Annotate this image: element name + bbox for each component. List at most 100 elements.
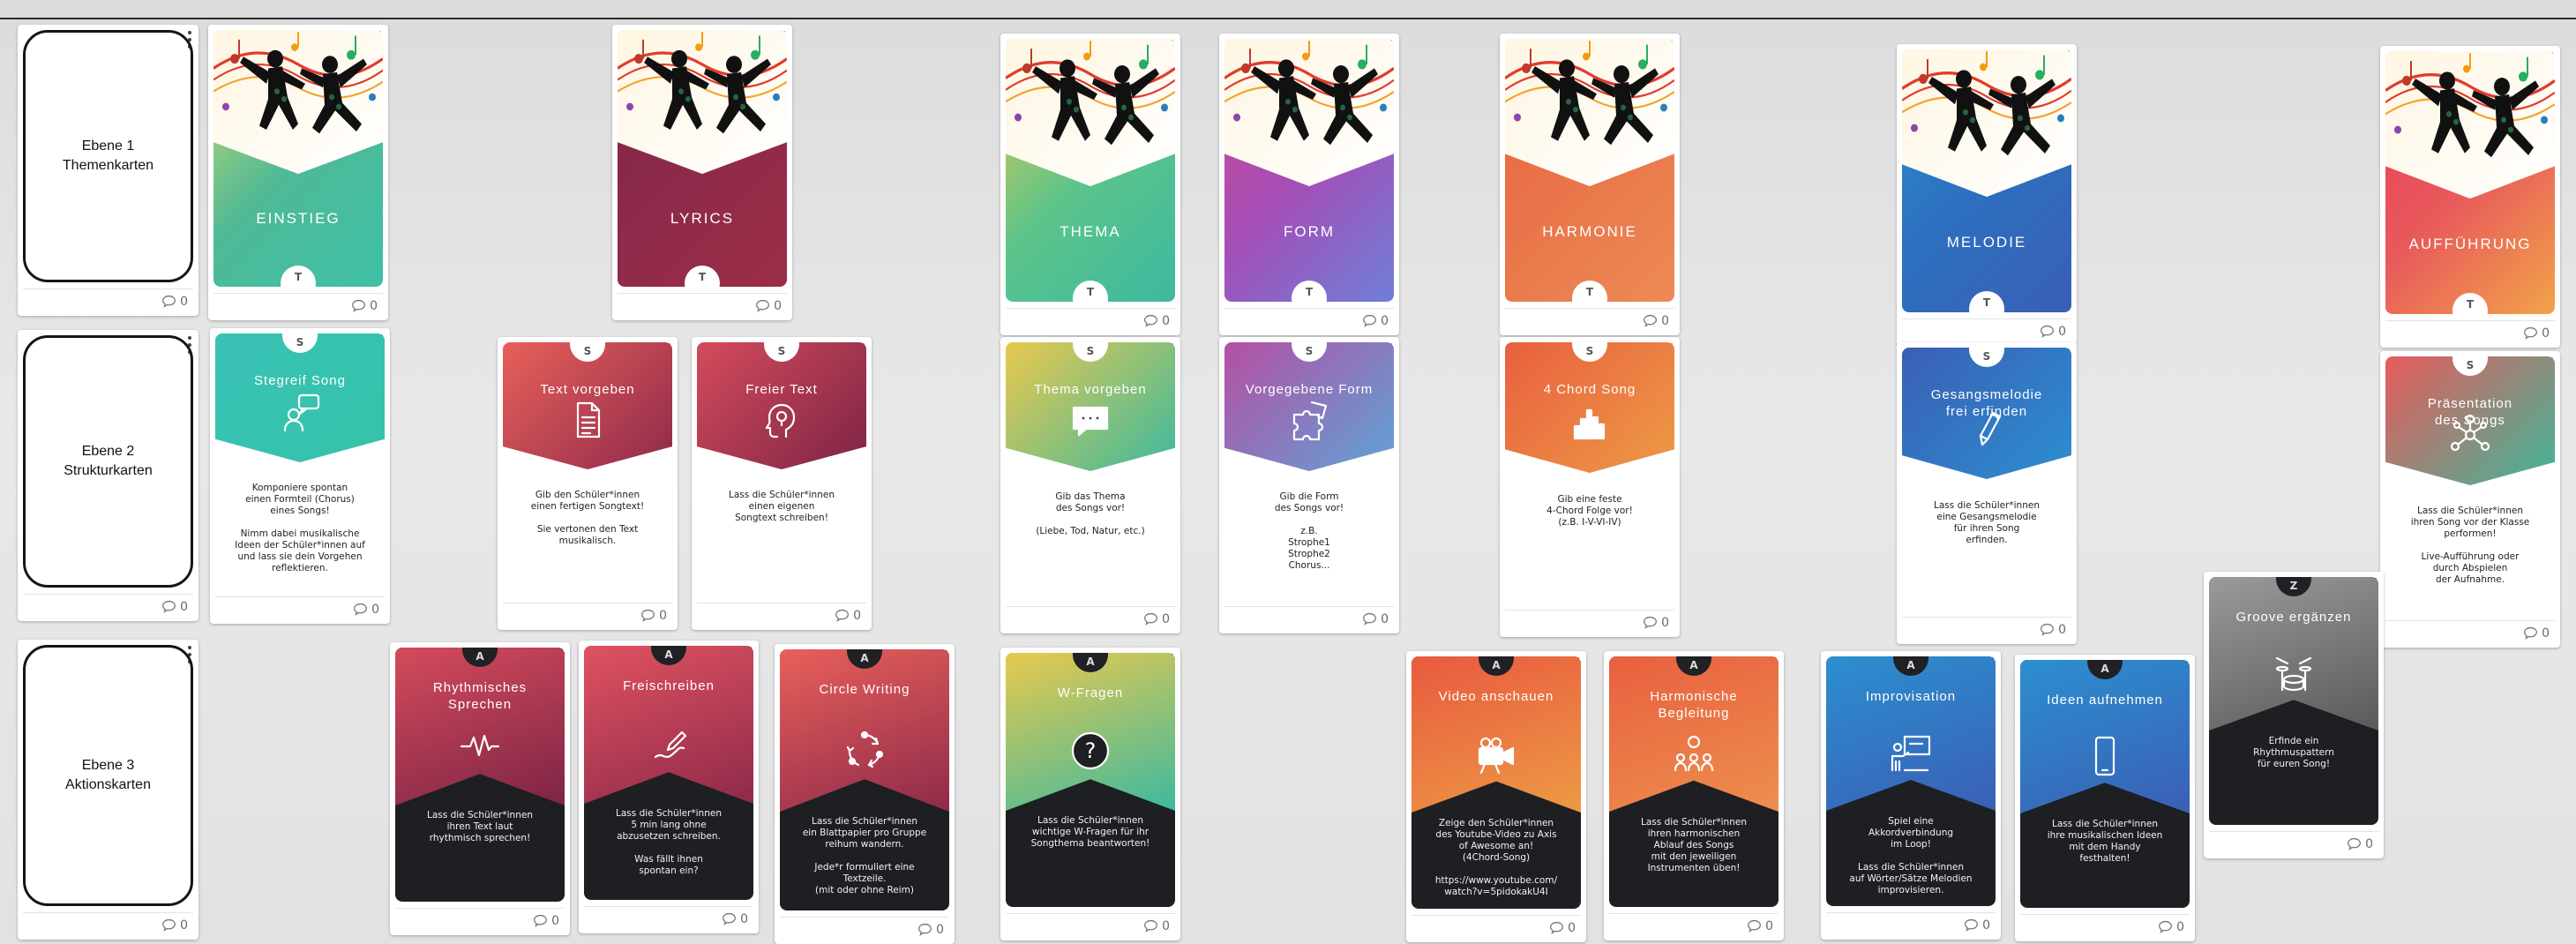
structure-card-post[interactable]: S Stegreif Song Komponiere spontan einen F… [210, 328, 390, 624]
action-card-post[interactable]: A Ideen aufnehmen Lass die Schüler*innen i… [2015, 655, 2195, 941]
structure-card: S Stegreif Song Komponiere spontan einen F… [215, 333, 385, 590]
comment-icon [354, 603, 368, 616]
structure-card-post[interactable]: S Thema vorgeben Gib das Thema des Songs v… [1000, 337, 1180, 633]
action-card: Z Groove ergänzen Erfinde ein Rhythmuspatt… [2209, 577, 2378, 825]
comment-button[interactable]: 0 [351, 298, 378, 313]
comment-button[interactable]: 0 [161, 294, 188, 309]
comment-button[interactable]: 0 [353, 602, 379, 617]
comment-count: 0 [2058, 622, 2066, 637]
comment-button[interactable]: 0 [2040, 622, 2066, 637]
comment-button[interactable]: 0 [533, 913, 559, 928]
comment-button[interactable]: 0 [1362, 313, 1389, 328]
comment-button[interactable]: 0 [1643, 313, 1669, 328]
level-post[interactable]: Ebene 2 Strukturkarten 0 [18, 330, 198, 621]
speech-bubble-person-icon [283, 393, 320, 432]
theme-card-post[interactable]: FORM T 0 [1219, 34, 1399, 335]
structure-card-post[interactable]: S4 Chord Song Gib eine feste 4-Chord Folg… [1500, 337, 1680, 637]
action-card: A Circle Writing Lass die Schüler*innen ei… [780, 649, 949, 910]
structure-card: S Text vorgeben Gib den Schüler*innen eine… [503, 342, 672, 596]
comment-icon [1644, 314, 1658, 327]
post-footer: 0 [503, 603, 672, 630]
comment-button[interactable]: 0 [1143, 918, 1170, 933]
theme-card-post[interactable]: AUFFÜHRUNG T 0 [2380, 46, 2560, 348]
structure-card-description: Lass die Schüler*innen ihren Song vor de… [2410, 506, 2530, 585]
structure-card-post[interactable]: S Vorgegebene Form Gib die Form des Songs … [1219, 337, 1399, 633]
comment-icon [2159, 920, 2173, 933]
structure-card-post[interactable]: S Präsentation des Songs Lass die Schüler*… [2380, 351, 2560, 648]
document-icon [576, 401, 601, 438]
comment-button[interactable]: 0 [2523, 626, 2550, 641]
structure-card-post[interactable]: S Gesangsmelodie frei erfinden Lass die Sc… [1897, 342, 2077, 644]
post-footer: 0 [213, 293, 383, 320]
action-card-post[interactable]: A Video anschauen Zeige den Schüler*innen … [1406, 651, 1586, 942]
action-card: A Harmonische Begleitung Lass die Schüler*… [1609, 656, 1778, 907]
action-card-post[interactable]: Z Groove ergänzen Erfinde ein Rhythmuspatt… [2204, 572, 2384, 858]
theme-card: EINSTIEG T [213, 30, 383, 287]
theme-card-post[interactable]: HARMONIE T 0 [1500, 34, 1680, 335]
post-footer: 0 [2209, 831, 2378, 858]
level-post[interactable]: Ebene 3 Aktionskarten 0 [18, 640, 198, 940]
action-card-post[interactable]: A Circle Writing Lass die Schüler*innen ei… [775, 644, 955, 944]
comment-button[interactable]: 0 [1643, 615, 1669, 630]
structure-card-post[interactable]: S Text vorgeben Gib den Schüler*innen eine… [498, 337, 678, 630]
comment-button[interactable]: 0 [2158, 919, 2184, 934]
post-footer: 0 [780, 917, 949, 944]
theme-card-post[interactable]: LYRICS T 0 [612, 25, 792, 320]
action-card: A Improvisation Spiel eine Akkordverbindun… [1826, 656, 1996, 906]
post-footer: 0 [1505, 610, 1674, 637]
structure-card-description: Gib das Thema des Songs vor! (Liebe, Tod… [1036, 491, 1145, 536]
comment-button[interactable]: 0 [835, 608, 861, 623]
theme-card-post[interactable]: THEMA T 0 [1000, 34, 1180, 335]
structure-card-icon [760, 398, 804, 442]
theme-card-image [1505, 39, 1674, 186]
theme-card: AUFFÜHRUNG T [2385, 51, 2555, 314]
comment-button[interactable]: 0 [755, 298, 782, 313]
comment-button[interactable]: 0 [2040, 324, 2066, 339]
structure-card-icon [278, 390, 322, 434]
comment-icon [1144, 314, 1158, 327]
comment-button[interactable]: 0 [161, 599, 188, 614]
action-card-post[interactable]: A Improvisation Spiel eine Akkordverbindun… [1821, 651, 2001, 940]
theme-card-post[interactable]: MELODIE T 0 [1897, 44, 2077, 346]
theme-card-post[interactable]: EINSTIEG T 0 [208, 25, 388, 320]
comment-button[interactable]: 0 [640, 608, 667, 623]
theme-card: FORM T [1224, 39, 1394, 302]
action-card-post[interactable]: A Freischreiben Lass die Schüler*innen 5 m… [579, 641, 759, 933]
comment-icon [1965, 918, 1979, 932]
post-footer: 0 [215, 596, 385, 624]
action-card-post[interactable]: A Harmonische Begleitung Lass die Schüler*… [1604, 651, 1784, 940]
comment-button[interactable]: 0 [2523, 326, 2550, 341]
structure-card-post[interactable]: S Freier Text Lass die Schüler*innen einen… [692, 337, 872, 630]
structure-card: S Präsentation des Songs Lass die Schüler*… [2385, 356, 2555, 614]
comment-icon [1144, 919, 1158, 933]
post-footer: 0 [1006, 606, 1175, 633]
comment-icon [835, 609, 850, 622]
card-type-badge: T [1073, 281, 1108, 302]
comment-count: 0 [1162, 313, 1170, 328]
comment-button[interactable]: 0 [722, 911, 748, 926]
action-card: A Rhythmisches Sprechen Lass die Schüler*i… [395, 648, 565, 902]
action-card-post[interactable]: A Rhythmisches Sprechen Lass die Schüler*i… [390, 642, 570, 935]
theme-card: THEMA T [1006, 39, 1175, 302]
network-icon [2450, 414, 2490, 452]
action-card: A W-Fragen? Lass die Schüler*innen wichtig… [1006, 653, 1175, 907]
structure-card-title: Text vorgeben [540, 382, 635, 397]
theme-card-image [2385, 51, 2555, 199]
post-footer: 0 [1826, 912, 1996, 940]
comment-button[interactable]: 0 [1964, 918, 1990, 933]
comment-button[interactable]: 0 [1143, 313, 1170, 328]
comment-button[interactable]: 0 [917, 922, 944, 937]
comment-button[interactable]: 0 [1549, 920, 1576, 935]
level-post[interactable]: Ebene 1 Themenkarten 0 [18, 25, 198, 316]
comment-icon [162, 600, 176, 613]
comment-button[interactable]: 0 [2347, 836, 2373, 851]
comment-button[interactable]: 0 [1362, 611, 1389, 626]
action-card-title: Freischreiben [623, 678, 715, 693]
comment-count: 0 [1765, 918, 1773, 933]
comment-button[interactable]: 0 [1747, 918, 1773, 933]
action-card-post[interactable]: A W-Fragen? Lass die Schüler*innen wichtig… [1000, 648, 1180, 940]
comment-button[interactable]: 0 [1143, 611, 1170, 626]
comment-button[interactable]: 0 [161, 918, 188, 933]
drum-kit-icon [2275, 656, 2312, 692]
action-card-description: Zeige den Schüler*innen des Youtube-Vide… [1434, 818, 1558, 897]
